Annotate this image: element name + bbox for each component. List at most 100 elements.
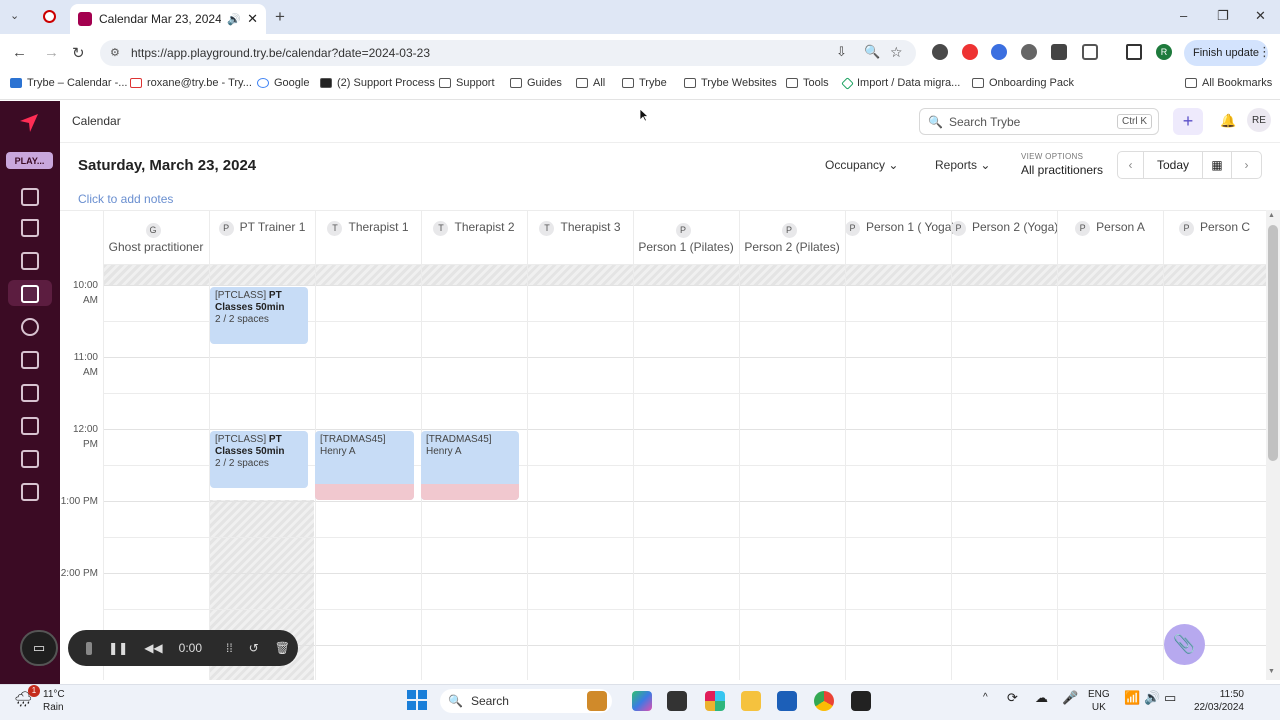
bookmark-folder-guides[interactable]: Guides	[510, 77, 562, 89]
all-bookmarks-button[interactable]: All Bookmarks	[1185, 77, 1272, 89]
copilot-icon[interactable]	[632, 691, 652, 711]
pause-icon[interactable]: ❚❚	[108, 641, 128, 655]
tab-list-chevron-icon[interactable]: ⌄	[10, 9, 19, 22]
briefcase-icon[interactable]	[21, 384, 39, 402]
grammar-extension-icon[interactable]	[1021, 44, 1037, 60]
trybe-logo-icon[interactable]	[18, 112, 40, 134]
ms-store-icon[interactable]	[777, 691, 797, 711]
attachment-clip-button[interactable]: 📎	[1164, 624, 1205, 665]
chrome-icon[interactable]	[814, 691, 834, 711]
tray-chevron-icon[interactable]: ^	[983, 692, 988, 703]
minimize-button[interactable]: –	[1180, 8, 1187, 23]
next-day-button[interactable]: ›	[1232, 152, 1261, 178]
bookmark-gmail[interactable]: roxane@try.be - Try...	[130, 77, 252, 89]
previous-day-button[interactable]: ‹	[1118, 152, 1144, 178]
restart-icon[interactable]: ↺	[249, 641, 259, 655]
extension-icon[interactable]	[932, 44, 948, 60]
practitioner-badge: P	[1178, 221, 1194, 236]
search-input[interactable]: 🔍 Search Trybe Ctrl K	[919, 108, 1159, 135]
environment-pill[interactable]: PLAY...	[6, 152, 53, 169]
address-bar[interactable]: ⚙ https://app.playground.try.be/calendar…	[100, 40, 916, 66]
windows-start-icon[interactable]	[407, 690, 427, 710]
appointment-card[interactable]: [PTCLASS] PT Classes 50min 2 / 2 spaces	[210, 287, 308, 344]
bookmark-google[interactable]: Google	[257, 77, 309, 89]
practitioner-badge: P	[675, 223, 691, 238]
bookmark-folder-trybe[interactable]: Trybe	[622, 77, 667, 89]
add-notes-link[interactable]: Click to add notes	[78, 192, 173, 206]
clock[interactable]: 11:50 22/03/2024	[1190, 688, 1244, 714]
home-icon[interactable]	[21, 219, 39, 237]
grid-drag-icon[interactable]: ⁞⁞	[226, 641, 233, 655]
bookmark-support-process[interactable]: (2) Support Process	[320, 77, 435, 89]
side-panel-icon[interactable]	[1126, 44, 1142, 60]
wifi-icon[interactable]: 📶	[1124, 690, 1140, 706]
scrollbar-thumb[interactable]	[1268, 225, 1278, 461]
task-view-icon[interactable]	[667, 691, 687, 711]
ut-extension-icon[interactable]	[1051, 44, 1067, 60]
bookmark-import-data[interactable]: Import / Data migra...	[841, 76, 960, 90]
battery-icon[interactable]: ▭	[1164, 690, 1176, 706]
restore-button[interactable]: ❐	[1217, 8, 1229, 24]
finish-update-button[interactable]: Finish update	[1184, 40, 1268, 66]
extensions-puzzle-icon[interactable]	[1082, 44, 1098, 60]
sync-icon[interactable]: ⟳	[1007, 690, 1018, 706]
bookmark-folder-support[interactable]: Support	[439, 77, 495, 89]
file-explorer-icon[interactable]	[741, 691, 761, 711]
browser-menu-icon[interactable]: ⋮	[1258, 44, 1271, 60]
archive-icon[interactable]	[21, 417, 39, 435]
microphone-icon[interactable]: 🎤	[1062, 690, 1078, 706]
browser-tab[interactable]: Calendar Mar 23, 2024 | Try 🔊 ✕	[70, 4, 266, 34]
forward-button[interactable]: →	[44, 44, 59, 61]
cloud-icon[interactable]: ☁	[1035, 690, 1048, 706]
calendar-icon[interactable]	[21, 285, 39, 303]
bookmark-folder-onboarding[interactable]: Onboarding Pack	[972, 77, 1074, 89]
bookmark-star-icon[interactable]: ☆	[890, 44, 903, 61]
stop-recording-icon[interactable]	[86, 641, 93, 655]
scroll-up-arrow-icon[interactable]: ▲	[1268, 212, 1275, 219]
bookmark-folder-tools[interactable]: Tools	[786, 77, 829, 89]
profile-avatar[interactable]: R	[1156, 44, 1172, 60]
camera-toggle-button[interactable]: ▭	[20, 630, 58, 666]
zoom-icon[interactable]: 🔍	[864, 44, 880, 60]
reports-chart-icon[interactable]	[21, 483, 39, 501]
bookmark-folder-all[interactable]: All	[576, 77, 605, 89]
slack-extension-icon[interactable]	[962, 44, 978, 60]
occupancy-dropdown[interactable]: Occupancy ⌄	[825, 158, 898, 172]
date-picker-icon[interactable]: ▦	[1202, 152, 1232, 178]
back-button[interactable]: ←	[12, 44, 27, 61]
notifications-bell-icon[interactable]: 🔔	[1220, 113, 1236, 129]
add-button[interactable]: +	[1173, 108, 1203, 135]
tab-close-icon[interactable]: ✕	[247, 11, 258, 27]
terminal-app-icon[interactable]	[851, 691, 871, 711]
close-window-button[interactable]: ✕	[1255, 8, 1266, 24]
bookmark-trybe-calendar[interactable]: Trybe – Calendar -...	[10, 77, 127, 89]
install-app-icon[interactable]: ⇩	[836, 44, 847, 60]
delete-icon[interactable]: 🗑	[275, 641, 290, 655]
ticket-icon[interactable]	[21, 450, 39, 468]
mail-icon[interactable]	[21, 351, 39, 369]
appointment-card[interactable]: [PTCLASS] PT Classes 50min 2 / 2 spaces	[210, 431, 308, 488]
weather-widget[interactable]: 11°C Rain	[43, 688, 65, 714]
appointment-card[interactable]: [TRADMAS45] Henry A	[315, 431, 414, 500]
reports-dropdown[interactable]: Reports ⌄	[935, 158, 990, 172]
user-avatar[interactable]: RE	[1247, 108, 1271, 132]
speaker-icon[interactable]: 🔊	[227, 13, 241, 26]
bookmark-folder-trybe-websites[interactable]: Trybe Websites	[684, 77, 777, 89]
slack-icon[interactable]	[705, 691, 725, 711]
rewind-icon[interactable]: ◀◀	[144, 641, 162, 655]
copy-icon[interactable]	[21, 188, 39, 206]
scroll-down-arrow-icon[interactable]: ▼	[1268, 668, 1275, 675]
appointment-card[interactable]: [TRADMAS45] Henry A	[421, 431, 519, 500]
view-options-select[interactable]: VIEW OPTIONS All practitioners	[1021, 152, 1103, 177]
shopping-bag-icon[interactable]	[21, 252, 39, 270]
practitioner-badge: P	[781, 223, 797, 238]
today-button[interactable]: Today	[1144, 152, 1202, 178]
site-info-icon[interactable]: ⚙	[110, 46, 120, 59]
customers-icon[interactable]	[21, 318, 39, 336]
work-app-icon[interactable]	[587, 691, 607, 711]
language-indicator[interactable]: ENG UK	[1088, 688, 1110, 714]
volume-icon[interactable]: 🔊	[1144, 690, 1160, 706]
reload-button[interactable]: ↻	[72, 44, 85, 62]
translate-extension-icon[interactable]	[991, 44, 1007, 60]
new-tab-button[interactable]: +	[275, 7, 285, 27]
